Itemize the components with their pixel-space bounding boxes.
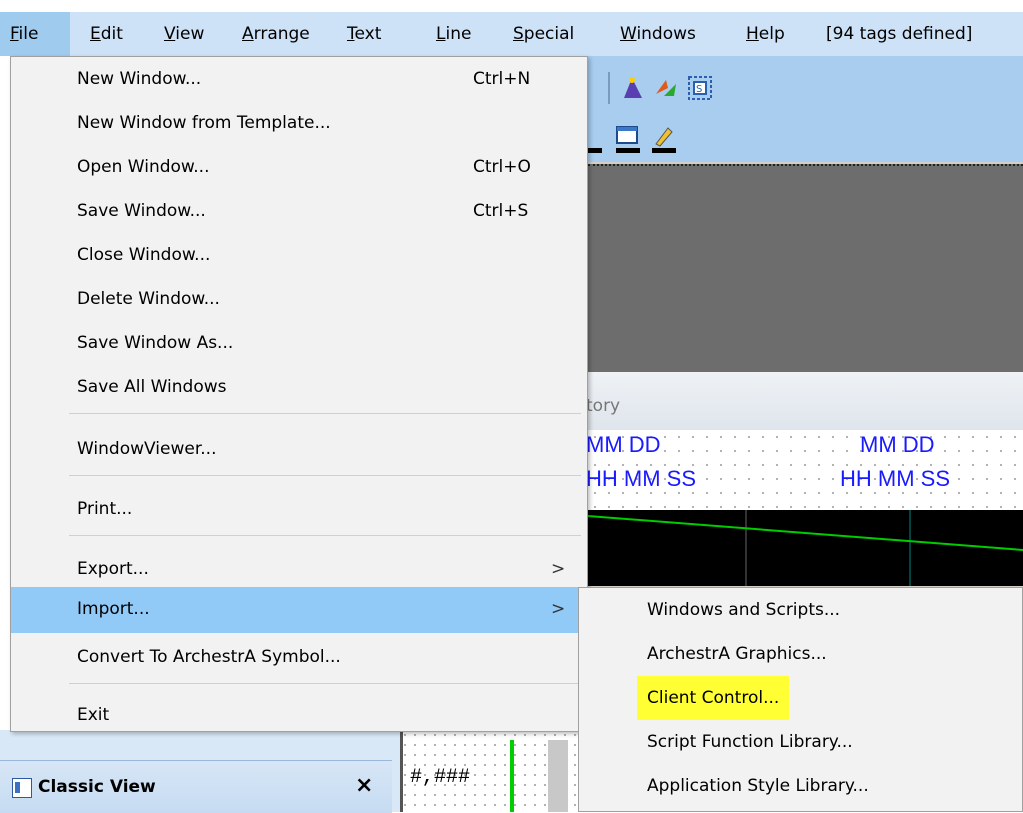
trend-date-label: MM DD xyxy=(860,432,935,457)
menu-item-save-window-as[interactable]: Save Window As... xyxy=(11,321,587,365)
menu-item-exit[interactable]: Exit xyxy=(11,693,587,737)
file-menu-dropdown: New Window... Ctrl+N New Window from Tem… xyxy=(10,56,588,732)
window-fill-icon[interactable] xyxy=(614,124,642,153)
submenu-item-client-control[interactable]: Client Control... xyxy=(579,676,1022,720)
close-icon[interactable]: × xyxy=(355,773,373,798)
submenu-item-windows-scripts[interactable]: Windows and Scripts... xyxy=(579,588,1022,632)
classic-view-panel: Classic View × xyxy=(0,760,392,813)
menu-text[interactable]: Text xyxy=(347,12,381,56)
number-format-field[interactable]: #,### xyxy=(410,766,470,789)
submenu-item-archestra-graphics[interactable]: ArchestrA Graphics... xyxy=(579,632,1022,676)
menu-line[interactable]: Line xyxy=(436,12,471,56)
menu-separator xyxy=(69,475,581,476)
classic-view-title: Classic View xyxy=(38,777,156,797)
menu-item-delete-window[interactable]: Delete Window... xyxy=(11,277,587,321)
menu-item-new-window-template[interactable]: New Window from Template... xyxy=(11,101,587,145)
green-indicator-bar xyxy=(510,740,514,812)
menu-separator xyxy=(69,535,581,536)
menu-item-convert-archestra[interactable]: Convert To ArchestrA Symbol... xyxy=(11,635,587,679)
trend-time-labels: MM DD MM DD HH MM SS HH MM SS xyxy=(586,430,1023,510)
submenu-arrow-icon: > xyxy=(551,599,566,619)
menu-separator xyxy=(69,413,581,414)
menu-windows[interactable]: Windows xyxy=(620,12,696,56)
menu-item-import[interactable]: Import... > xyxy=(11,587,587,633)
menu-item-save-window[interactable]: Save Window... Ctrl+S xyxy=(11,189,587,233)
trend-date-label: MM DD xyxy=(586,432,661,457)
menu-item-export[interactable]: Export... > xyxy=(11,547,587,591)
submenu-item-script-function-library[interactable]: Script Function Library... xyxy=(579,720,1022,764)
partial-document-text xyxy=(0,0,1023,12)
arrows-icon[interactable] xyxy=(652,74,680,102)
menu-special[interactable]: Special xyxy=(513,12,574,56)
menu-item-open-window[interactable]: Open Window... Ctrl+O xyxy=(11,145,587,189)
menu-bar: File Edit View Arrange Text Line Special… xyxy=(0,12,1023,56)
menu-item-new-window[interactable]: New Window... Ctrl+N xyxy=(11,57,587,101)
canvas-gray-area xyxy=(588,164,1023,374)
script-icon[interactable]: S xyxy=(686,74,714,102)
import-submenu: Windows and Scripts... ArchestrA Graphic… xyxy=(578,587,1023,812)
pencil-color-icon[interactable] xyxy=(650,124,678,153)
submenu-item-application-style-library[interactable]: Application Style Library... xyxy=(579,764,1022,808)
menu-item-close-window[interactable]: Close Window... xyxy=(11,233,587,277)
trend-chart xyxy=(587,510,1023,586)
trend-time-label: HH MM SS xyxy=(840,466,950,491)
menu-file[interactable]: File xyxy=(0,12,70,56)
trend-time-label: HH MM SS xyxy=(586,466,696,491)
menu-item-print[interactable]: Print... xyxy=(11,487,587,531)
menu-item-save-all-windows[interactable]: Save All Windows xyxy=(11,365,587,409)
toolbar-second xyxy=(584,120,1023,162)
trend-title-bar: tory xyxy=(586,372,1023,430)
svg-text:S: S xyxy=(696,84,702,95)
menu-help[interactable]: Help xyxy=(746,12,785,56)
menu-arrange[interactable]: Arrange xyxy=(242,12,310,56)
menu-edit[interactable]: Edit xyxy=(90,12,123,56)
menu-item-windowviewer[interactable]: WindowViewer... xyxy=(11,427,587,471)
menu-separator xyxy=(69,683,581,684)
tag-count-status: [94 tags defined] xyxy=(826,24,973,44)
scrollbar[interactable] xyxy=(548,740,568,812)
toolbar-top: S xyxy=(588,56,1023,120)
submenu-arrow-icon: > xyxy=(551,559,566,579)
menu-view[interactable]: View xyxy=(164,12,204,56)
classic-view-icon xyxy=(12,778,32,798)
divider xyxy=(400,730,403,812)
wizard-icon[interactable] xyxy=(618,74,646,102)
